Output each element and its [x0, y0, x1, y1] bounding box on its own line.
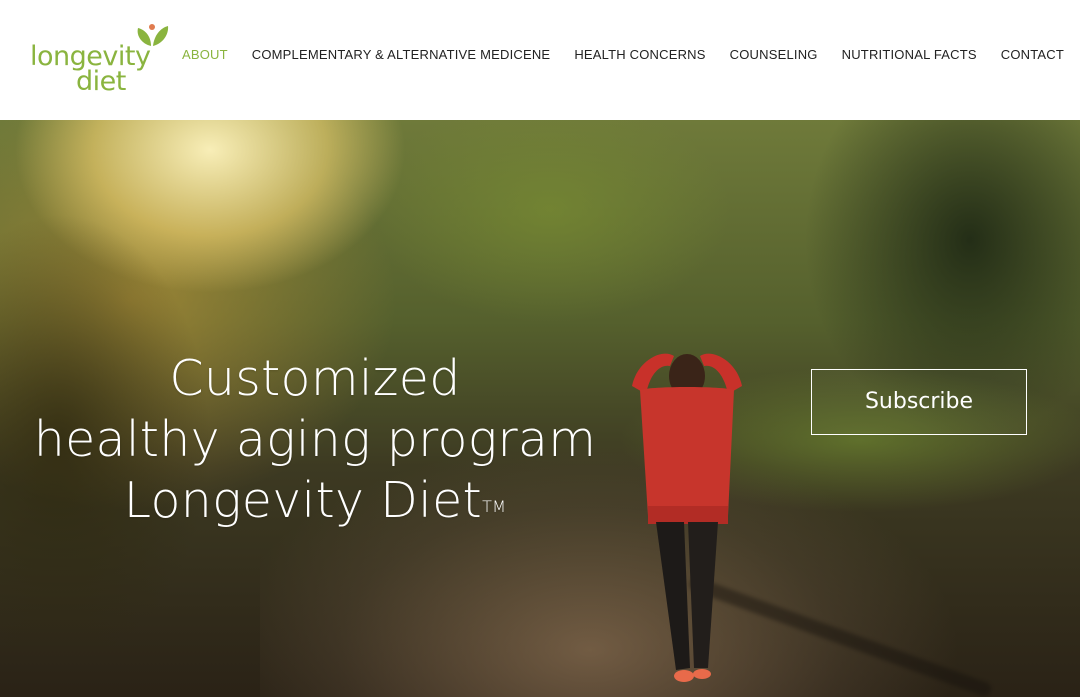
nav-nutritional-facts[interactable]: NUTRITIONAL FACTS [842, 47, 977, 62]
main-nav: ABOUT COMPLEMENTARY & ALTERNATIVE MEDICE… [182, 47, 1064, 62]
hero-banner: Customized healthy aging program Longevi… [0, 120, 1080, 697]
hero-headline: Customized healthy aging program Longevi… [0, 348, 630, 531]
hero-headline-line2: healthy aging program [33, 410, 597, 468]
logo-text-diet: diet [76, 66, 126, 97]
site-logo[interactable]: longevity diet [30, 22, 169, 97]
walking-woman-image [632, 353, 742, 682]
hero-background-canopy [330, 120, 750, 350]
hero-headline-line3: Longevity DietTM [0, 470, 630, 531]
nav-counseling[interactable]: COUNSELING [730, 47, 818, 62]
hero-brand-name: Longevity Diet [123, 471, 483, 529]
nav-complementary-alternative-medicine[interactable]: COMPLEMENTARY & ALTERNATIVE MEDICENE [252, 47, 551, 62]
nav-about[interactable]: ABOUT [182, 47, 228, 62]
nav-health-concerns[interactable]: HEALTH CONCERNS [574, 47, 705, 62]
subscribe-button[interactable]: Subscribe [811, 369, 1027, 435]
nav-contact[interactable]: CONTACT [1001, 47, 1064, 62]
site-header: longevity diet ABOUT COMPLEMENTARY & ALT… [0, 0, 1080, 120]
trademark-symbol: TM [482, 496, 507, 516]
hero-headline-line1: Customized [169, 349, 461, 407]
